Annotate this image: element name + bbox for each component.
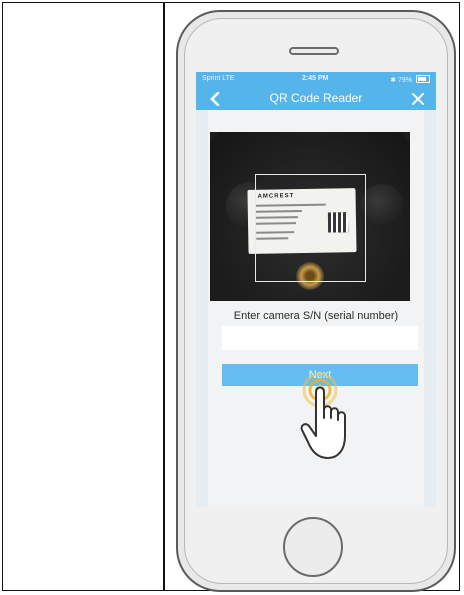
battery-percent: 79% xyxy=(398,77,413,84)
carrier-label: Sprint LTE xyxy=(202,75,235,82)
nav-bar: QR Code Reader xyxy=(196,86,436,110)
speaker-grille xyxy=(289,47,339,55)
home-button[interactable] xyxy=(283,517,343,577)
close-icon xyxy=(412,93,424,105)
tap-hand-icon xyxy=(300,372,346,459)
serial-number-input[interactable] xyxy=(222,326,418,350)
status-right: ✱ 79% xyxy=(390,75,430,84)
scan-target-frame xyxy=(255,174,366,282)
battery-icon xyxy=(416,75,430,83)
bluetooth-icon: ✱ xyxy=(390,77,397,84)
app-screen: Sprint LTE 2:45 PM ✱ 79% QR Code Reader xyxy=(196,72,436,507)
camera-foot-right xyxy=(360,184,404,228)
status-time: 2:45 PM xyxy=(302,75,329,82)
phone-device: Sprint LTE 2:45 PM ✱ 79% QR Code Reader xyxy=(176,10,456,592)
camera-viewfinder: AMCREST xyxy=(210,132,410,301)
serial-prompt: Enter camera S/N (serial number) xyxy=(233,310,399,322)
status-bar: Sprint LTE 2:45 PM ✱ 79% xyxy=(196,72,436,86)
column-divider xyxy=(163,2,165,591)
close-button[interactable] xyxy=(412,88,424,109)
nav-title: QR Code Reader xyxy=(269,91,363,105)
